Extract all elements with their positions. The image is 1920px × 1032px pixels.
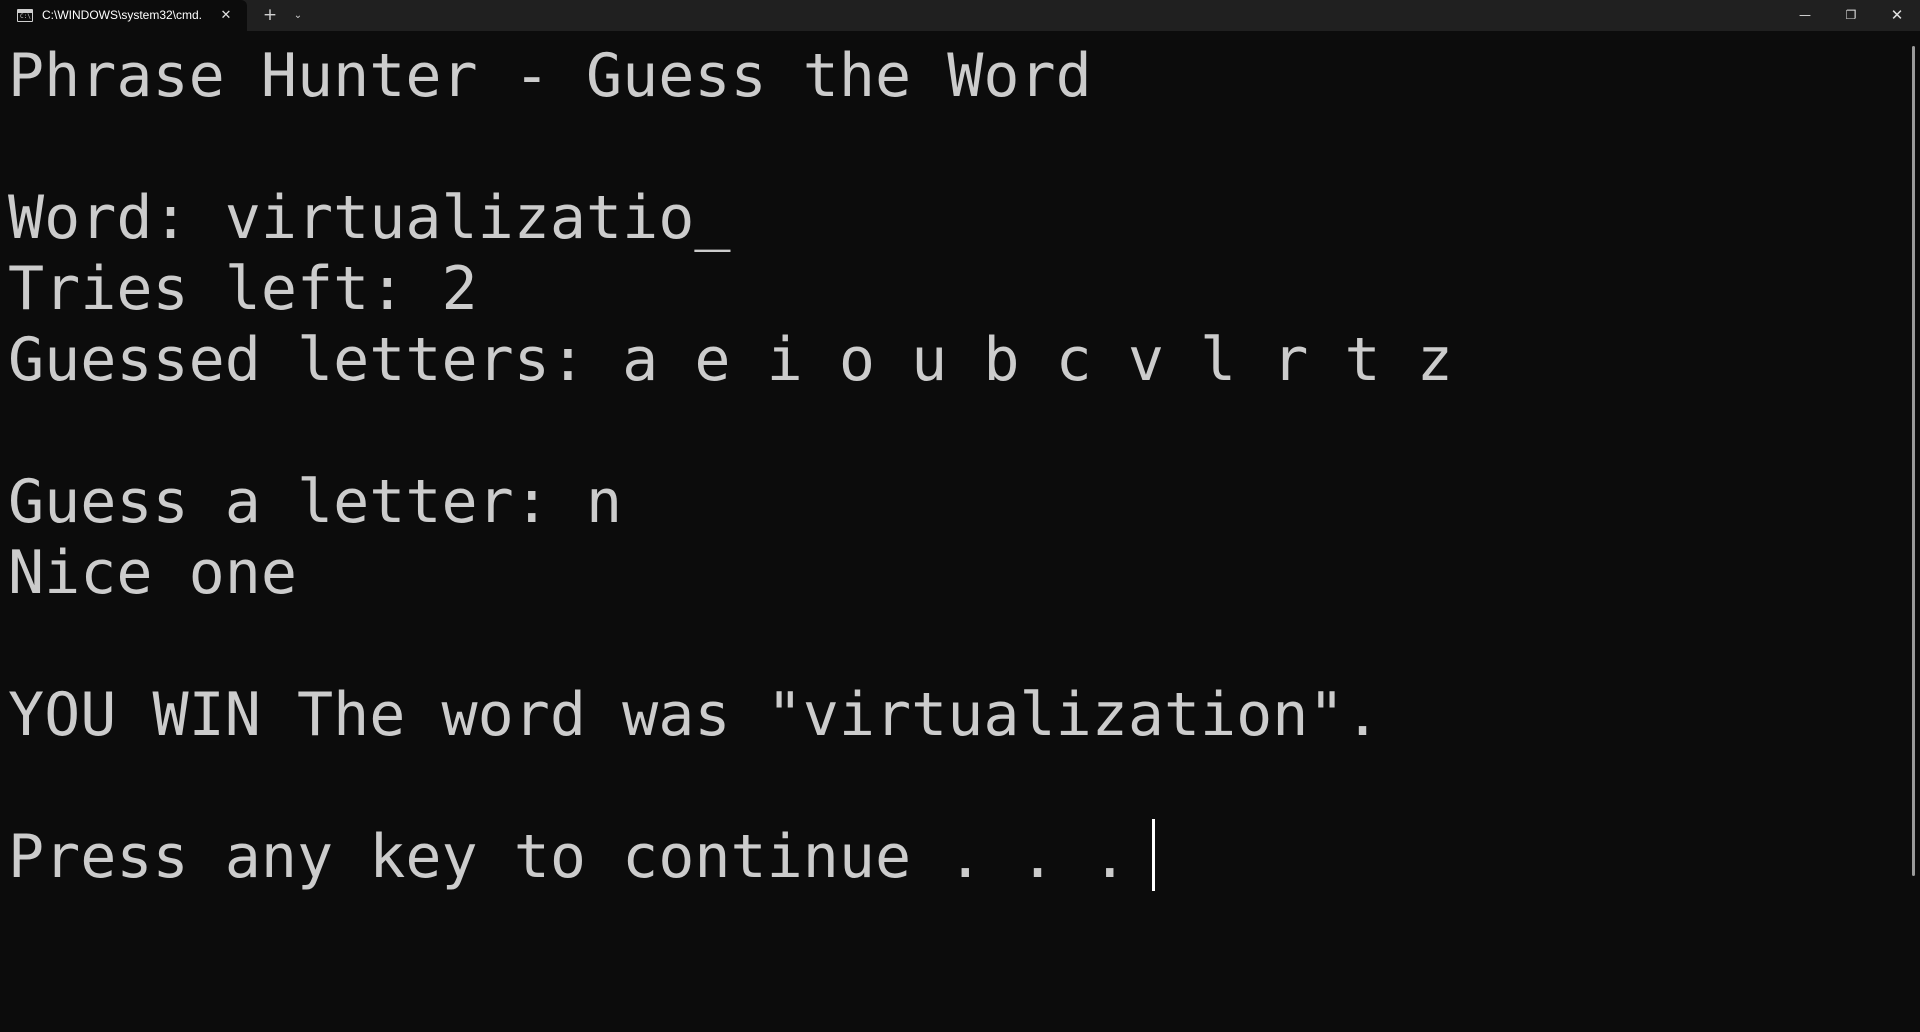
guess-prompt-line: Guess a letter: n (8, 467, 623, 537)
minimize-button[interactable]: — (1782, 0, 1828, 31)
tab-cmd[interactable]: C:\ C:\WINDOWS\system32\cmd. ✕ (0, 0, 247, 31)
scrollbar[interactable] (1912, 46, 1915, 876)
feedback-line: Nice one (8, 538, 297, 608)
tries-line: Tries left: 2 (8, 254, 478, 324)
game-title-line: Phrase Hunter - Guess the Word (8, 41, 1092, 111)
text-cursor (1152, 819, 1155, 891)
result-line: YOU WIN The word was "virtualization". (8, 680, 1381, 750)
close-window-button[interactable]: ✕ (1874, 0, 1920, 31)
chevron-down-icon[interactable]: ⌄ (288, 0, 308, 31)
word-line: Word: virtualizatio_ (8, 183, 731, 253)
continue-prompt-line: Press any key to continue . . . (8, 822, 1164, 892)
maximize-button[interactable]: ❐ (1828, 0, 1874, 31)
terminal-output[interactable]: Phrase Hunter - Guess the Word Word: vir… (8, 41, 1898, 893)
guessed-letters-line: Guessed letters: a e i o u b c v l r t z (8, 325, 1453, 395)
tab-close-icon[interactable]: ✕ (216, 0, 236, 31)
cmd-icon: C:\ (17, 9, 33, 22)
title-bar: C:\ C:\WINDOWS\system32\cmd. ✕ + ⌄ — ❐ ✕ (0, 0, 1920, 31)
tab-title: C:\WINDOWS\system32\cmd. (42, 8, 203, 22)
terminal-window: C:\ C:\WINDOWS\system32\cmd. ✕ + ⌄ — ❐ ✕… (0, 0, 1920, 1032)
new-tab-button[interactable]: + (258, 0, 282, 31)
